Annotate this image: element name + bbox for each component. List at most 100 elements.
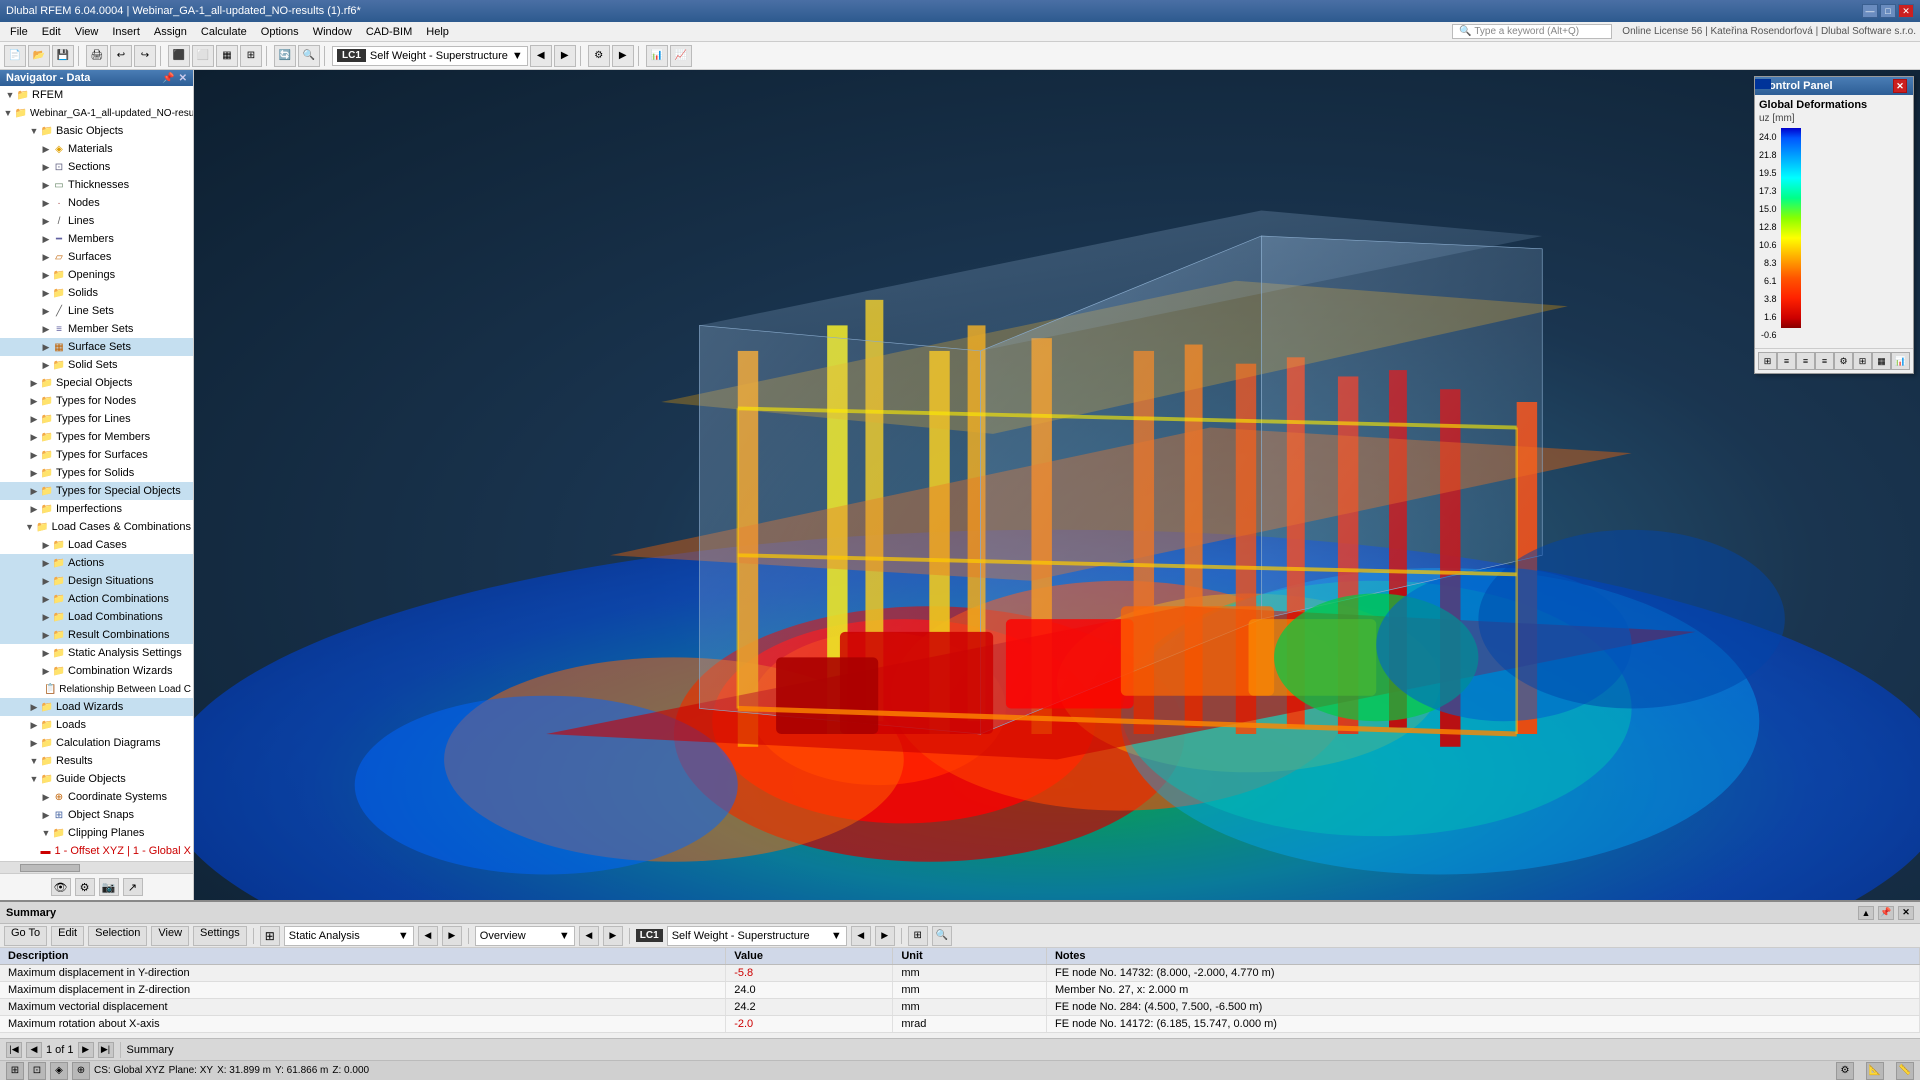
page-prev-btn[interactable]: ◀: [26, 1042, 42, 1058]
bottom-pin-button[interactable]: 📌: [1878, 906, 1894, 920]
expand-action-combos[interactable]: ▶: [40, 593, 52, 605]
expand-types-nodes[interactable]: ▶: [28, 395, 40, 407]
menu-options[interactable]: Options: [255, 25, 305, 39]
page-last-btn[interactable]: ▶|: [98, 1042, 114, 1058]
expand-coord[interactable]: ▶: [40, 791, 52, 803]
tree-types-special[interactable]: ▶ 📁 Types for Special Objects: [0, 482, 193, 500]
rotate-btn[interactable]: 🔄: [274, 45, 296, 67]
tree-nodes[interactable]: ▶ · Nodes: [0, 194, 193, 212]
next-lc[interactable]: ▶: [554, 45, 576, 67]
view-btn-4[interactable]: ⊞: [240, 45, 262, 67]
tree-surface-sets[interactable]: ▶ ▦ Surface Sets: [0, 338, 193, 356]
tree-thicknesses[interactable]: ▶ ▭ Thicknesses: [0, 176, 193, 194]
tree-result-combinations[interactable]: ▶ 📁 Result Combinations: [0, 626, 193, 644]
expand-loads[interactable]: ▶: [28, 719, 40, 731]
expand-line-sets[interactable]: ▶: [40, 305, 52, 317]
expand-materials[interactable]: ▶: [40, 143, 52, 155]
tree-imperfections[interactable]: ▶ 📁 Imperfections: [0, 500, 193, 518]
minimize-button[interactable]: —: [1862, 4, 1878, 18]
analysis-type-dropdown[interactable]: Static Analysis ▼: [284, 926, 414, 946]
prev-lc-btn[interactable]: ◀: [851, 926, 871, 946]
tree-design-situations[interactable]: ▶ 📁 Design Situations: [0, 572, 193, 590]
tree-sections[interactable]: ▶ ⊡ Sections: [0, 158, 193, 176]
prev-result-btn[interactable]: ◀: [418, 926, 438, 946]
close-button[interactable]: ✕: [1898, 4, 1914, 18]
expand-types-lines[interactable]: ▶: [28, 413, 40, 425]
tree-solids[interactable]: ▶ 📁 Solids: [0, 284, 193, 302]
expand-member-sets[interactable]: ▶: [40, 323, 52, 335]
tree-actions[interactable]: ▶ 📁 Actions: [0, 554, 193, 572]
menu-help[interactable]: Help: [420, 25, 455, 39]
expand-imperfections[interactable]: ▶: [28, 503, 40, 515]
expand-solids[interactable]: ▶: [40, 287, 52, 299]
search-box[interactable]: 🔍 Type a keyword (Alt+Q): [1452, 24, 1612, 39]
tree-results[interactable]: ▼ 📁 Results: [0, 752, 193, 770]
expand-rfem[interactable]: ▼: [4, 89, 16, 101]
expand-surface-sets[interactable]: ▶: [40, 341, 52, 353]
table-row[interactable]: Maximum displacement in Y-direction -5.8…: [0, 965, 1920, 982]
bottom-close-button[interactable]: ✕: [1898, 906, 1914, 920]
status-right-icon-2[interactable]: 📐: [1866, 1062, 1884, 1080]
lc-name-arrow[interactable]: ▼: [831, 930, 842, 942]
expand-load-combos[interactable]: ▶: [40, 611, 52, 623]
menu-window[interactable]: Window: [307, 25, 358, 39]
expand-lines[interactable]: ▶: [40, 215, 52, 227]
nav-icon-camera[interactable]: 📷: [99, 878, 119, 896]
static-analysis-icon-btn[interactable]: ⊞: [260, 926, 280, 946]
menu-insert[interactable]: Insert: [106, 25, 146, 39]
view-btn-2[interactable]: ⬜: [192, 45, 214, 67]
expand-combo-wizards[interactable]: ▶: [40, 665, 52, 677]
edit-button[interactable]: Edit: [51, 926, 84, 946]
expand-thicknesses[interactable]: ▶: [40, 179, 52, 191]
status-right-icon-3[interactable]: 📏: [1896, 1062, 1914, 1080]
tree-types-nodes[interactable]: ▶ 📁 Types for Nodes: [0, 392, 193, 410]
cp-btn-7[interactable]: ▦: [1872, 352, 1891, 370]
expand-surfaces[interactable]: ▶: [40, 251, 52, 263]
expand-solid-sets[interactable]: ▶: [40, 359, 52, 371]
nav-close-icon[interactable]: ✕: [179, 73, 187, 84]
tree-load-cases-combos[interactable]: ▼ 📁 Load Cases & Combinations: [0, 518, 193, 536]
expand-types-solids[interactable]: ▶: [28, 467, 40, 479]
tree-rfem[interactable]: ▼ 📁 RFEM: [0, 86, 193, 104]
calc-btn-1[interactable]: ⚙: [588, 45, 610, 67]
result-btn-2[interactable]: 📈: [670, 45, 692, 67]
prev-tab-btn[interactable]: ◀: [579, 926, 599, 946]
view-btn-1[interactable]: ⬛: [168, 45, 190, 67]
nav-scrollbar-thumb[interactable]: [20, 864, 80, 872]
cp-btn-2[interactable]: ≡: [1777, 352, 1796, 370]
expand-actions[interactable]: ▶: [40, 557, 52, 569]
bottom-expand-button[interactable]: ▲: [1858, 906, 1874, 920]
status-icon-4[interactable]: ⊕: [72, 1062, 90, 1080]
lc-name-dropdown[interactable]: Self Weight - Superstructure ▼: [667, 926, 847, 946]
menu-cadbim[interactable]: CAD-BIM: [360, 25, 418, 39]
menu-assign[interactable]: Assign: [148, 25, 193, 39]
tree-coord-systems[interactable]: ▶ ⊕ Coordinate Systems: [0, 788, 193, 806]
save-button[interactable]: 💾: [52, 45, 74, 67]
calc-btn-2[interactable]: ▶: [612, 45, 634, 67]
tree-types-solids[interactable]: ▶ 📁 Types for Solids: [0, 464, 193, 482]
tree-line-sets[interactable]: ▶ ╱ Line Sets: [0, 302, 193, 320]
cp-btn-3[interactable]: ≡: [1796, 352, 1815, 370]
status-icon-1[interactable]: ⊞: [6, 1062, 24, 1080]
table-row[interactable]: Maximum displacement in Z-direction 24.0…: [0, 982, 1920, 999]
tree-relationship[interactable]: 📋 Relationship Between Load C: [0, 680, 193, 698]
prev-lc[interactable]: ◀: [530, 45, 552, 67]
expand-lc[interactable]: ▶: [40, 539, 52, 551]
expand-basic[interactable]: ▼: [28, 125, 40, 137]
expand-types-members[interactable]: ▶: [28, 431, 40, 443]
expand-openings[interactable]: ▶: [40, 269, 52, 281]
tree-basic-objects[interactable]: ▼ 📁 Basic Objects: [0, 122, 193, 140]
expand-snaps[interactable]: ▶: [40, 809, 52, 821]
tree-members[interactable]: ▶ ━ Members: [0, 230, 193, 248]
new-button[interactable]: 📄: [4, 45, 26, 67]
table-row[interactable]: Maximum vectorial displacement 24.2 mm F…: [0, 999, 1920, 1016]
tree-solid-sets[interactable]: ▶ 📁 Solid Sets: [0, 356, 193, 374]
tree-static-analysis[interactable]: ▶ 📁 Static Analysis Settings: [0, 644, 193, 662]
tree-clipping-planes[interactable]: ▼ 📁 Clipping Planes: [0, 824, 193, 842]
next-lc-btn[interactable]: ▶: [875, 926, 895, 946]
zoom-btn[interactable]: 🔍: [298, 45, 320, 67]
tree-special-objects[interactable]: ▶ 📁 Special Objects: [0, 374, 193, 392]
goto-button[interactable]: Go To: [4, 926, 47, 946]
tree-guide-objects[interactable]: ▼ 📁 Guide Objects: [0, 770, 193, 788]
tree-types-surfaces[interactable]: ▶ 📁 Types for Surfaces: [0, 446, 193, 464]
